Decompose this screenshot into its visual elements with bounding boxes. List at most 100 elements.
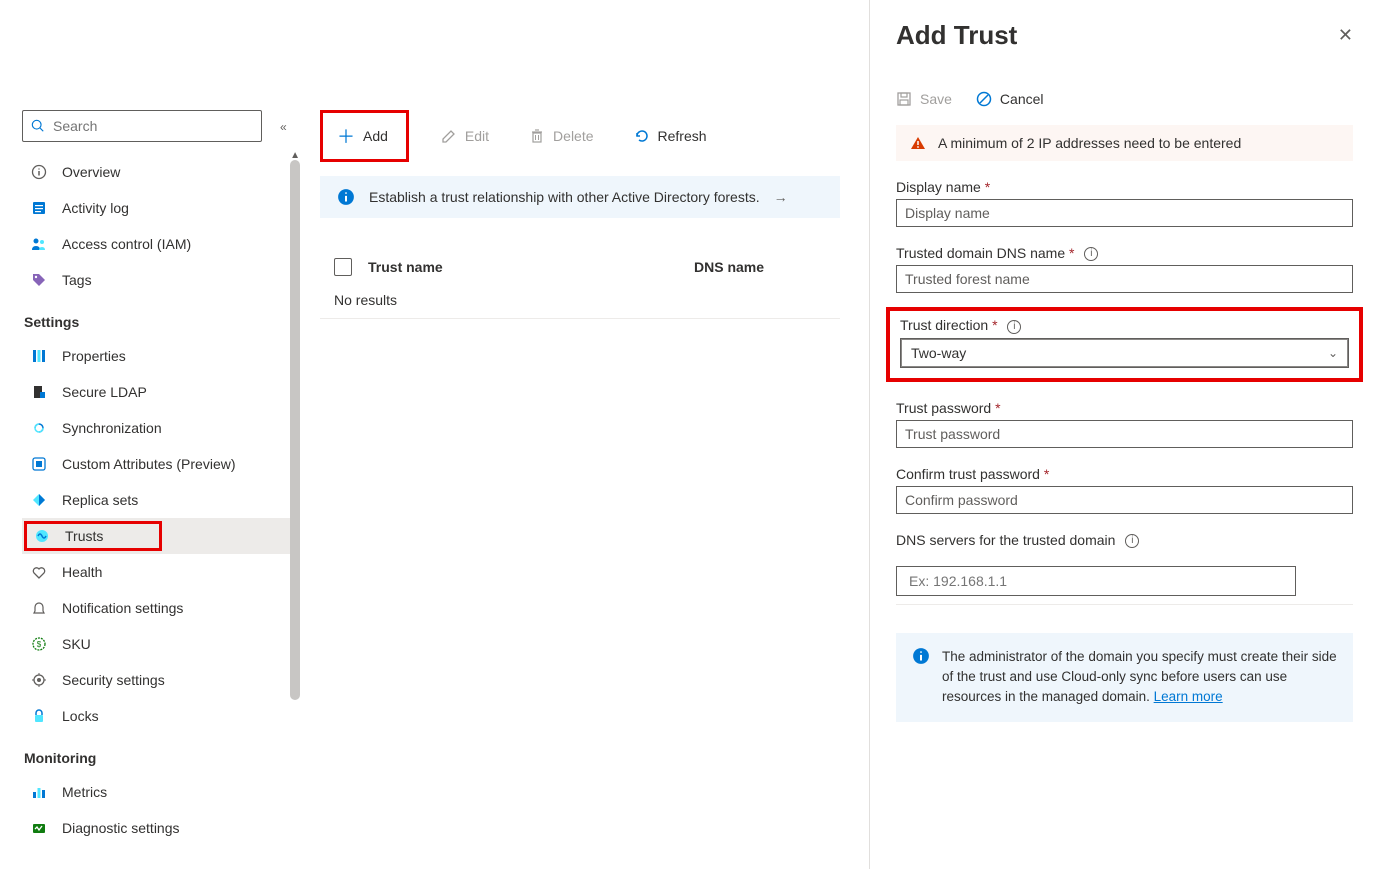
plus-icon: ＋ [337, 123, 355, 149]
sidebar-item-overview[interactable]: Overview [22, 154, 290, 190]
sidebar-item-label: Tags [62, 272, 92, 288]
locks-icon [30, 707, 48, 725]
add-label: Add [363, 128, 388, 144]
confirm-password-label: Confirm trust password * [896, 466, 1353, 482]
sidebar-item-synchronization[interactable]: Synchronization [22, 410, 290, 446]
properties-icon [30, 347, 48, 365]
sidebar-item-tags[interactable]: Tags [22, 262, 290, 298]
cancel-label: Cancel [1000, 91, 1044, 107]
info-box-text: The administrator of the domain you spec… [942, 649, 1337, 705]
info-icon [912, 647, 930, 708]
custom-attributes-icon [30, 455, 48, 473]
banner-text: Establish a trust relationship with othe… [369, 189, 760, 205]
save-label: Save [920, 91, 952, 107]
display-name-input[interactable] [896, 199, 1353, 227]
no-results-row: No results [320, 276, 840, 319]
warning-icon [910, 135, 926, 151]
save-button[interactable]: Save [896, 91, 952, 107]
overview-icon [30, 163, 48, 181]
sidebar-item-label: Notification settings [62, 600, 183, 616]
sidebar-item-properties[interactable]: Properties [22, 338, 290, 374]
sidebar-item-label: Locks [62, 708, 99, 724]
panel-title: Add Trust [896, 20, 1017, 51]
info-help-icon[interactable]: i [1125, 534, 1139, 548]
refresh-button[interactable]: Refresh [626, 122, 715, 150]
sidebar-item-label: Security settings [62, 672, 165, 688]
sidebar-item-security-settings[interactable]: Security settings [22, 662, 290, 698]
sidebar-item-locks[interactable]: Locks [22, 698, 290, 734]
refresh-label: Refresh [658, 128, 707, 144]
svg-text:$: $ [37, 640, 42, 649]
trust-direction-label: Trust direction * i [900, 317, 1349, 333]
sidebar-item-label: Metrics [62, 784, 107, 800]
search-icon [31, 119, 45, 133]
diagnostic-icon [30, 819, 48, 837]
info-help-icon[interactable]: i [1007, 320, 1021, 334]
info-banner: Establish a trust relationship with othe… [320, 176, 840, 218]
sidebar-item-label: Replica sets [62, 492, 138, 508]
sidebar-item-label: Properties [62, 348, 126, 364]
synchronization-icon [30, 419, 48, 437]
dns-name-input[interactable] [896, 265, 1353, 293]
sidebar-item-diagnostic-settings[interactable]: Diagnostic settings [22, 810, 290, 846]
replica-sets-icon [30, 491, 48, 509]
info-help-icon[interactable]: i [1084, 247, 1098, 261]
learn-more-link[interactable]: Learn more [1154, 689, 1223, 704]
access-control-icon [30, 235, 48, 253]
dns-servers-input[interactable] [896, 566, 1296, 596]
delete-label: Delete [553, 128, 593, 144]
sidebar-item-label: Secure LDAP [62, 384, 147, 400]
add-button[interactable]: ＋ Add [329, 117, 396, 155]
column-trust-name[interactable]: Trust name [368, 259, 678, 275]
trust-direction-select[interactable]: Two-way ⌄ [900, 338, 1349, 368]
sidebar-item-activity-log[interactable]: Activity log [22, 190, 290, 226]
sidebar-item-trusts[interactable]: Trusts [22, 518, 290, 554]
sidebar-item-health[interactable]: Health [22, 554, 290, 590]
search-box[interactable] [22, 110, 262, 142]
arrow-right-icon[interactable]: → [774, 189, 788, 205]
sidebar: « ▲ Overview Activity log Access contro [0, 0, 290, 869]
sidebar-item-access-control[interactable]: Access control (IAM) [22, 226, 290, 262]
sidebar-item-label: Overview [62, 164, 120, 180]
warning-text: A minimum of 2 IP addresses need to be e… [938, 135, 1241, 151]
notification-icon [30, 599, 48, 617]
metrics-icon [30, 783, 48, 801]
tags-icon [30, 271, 48, 289]
cancel-button[interactable]: Cancel [976, 91, 1044, 107]
confirm-password-input[interactable] [896, 486, 1353, 514]
sidebar-item-secure-ldap[interactable]: Secure LDAP [22, 374, 290, 410]
edit-button[interactable]: Edit [433, 122, 497, 150]
close-icon[interactable]: ✕ [1338, 25, 1353, 46]
sidebar-item-label: Access control (IAM) [62, 236, 191, 252]
admin-info-box: The administrator of the domain you spec… [896, 633, 1353, 722]
edit-label: Edit [465, 128, 489, 144]
trust-password-label: Trust password * [896, 400, 1353, 416]
sidebar-item-sku[interactable]: $ SKU [22, 626, 290, 662]
sku-icon: $ [30, 635, 48, 653]
trust-direction-value: Two-way [911, 345, 966, 361]
sidebar-item-replica-sets[interactable]: Replica sets [22, 482, 290, 518]
delete-button[interactable]: Delete [521, 122, 601, 150]
sidebar-item-label: Diagnostic settings [62, 820, 180, 836]
chevron-down-icon: ⌄ [1328, 346, 1338, 360]
info-icon [337, 188, 355, 206]
edit-icon [441, 128, 457, 144]
delete-icon [529, 128, 545, 144]
save-icon [896, 91, 912, 107]
sidebar-item-metrics[interactable]: Metrics [22, 774, 290, 810]
sidebar-section-settings: Settings [22, 298, 290, 338]
collapse-sidebar-icon[interactable]: « [280, 120, 287, 134]
refresh-icon [634, 128, 650, 144]
sidebar-item-label: Trusts [65, 528, 103, 544]
sidebar-item-notification-settings[interactable]: Notification settings [22, 590, 290, 626]
add-trust-panel: Add Trust ✕ Save Cancel A minimum of 2 I… [869, 0, 1379, 869]
select-all-checkbox[interactable] [334, 258, 352, 276]
trust-password-input[interactable] [896, 420, 1353, 448]
activity-log-icon [30, 199, 48, 217]
sidebar-item-label: Health [62, 564, 102, 580]
sidebar-item-label: SKU [62, 636, 91, 652]
sidebar-item-custom-attributes[interactable]: Custom Attributes (Preview) [22, 446, 290, 482]
health-icon [30, 563, 48, 581]
search-input[interactable] [53, 118, 253, 134]
column-dns-name[interactable]: DNS name [694, 259, 764, 275]
